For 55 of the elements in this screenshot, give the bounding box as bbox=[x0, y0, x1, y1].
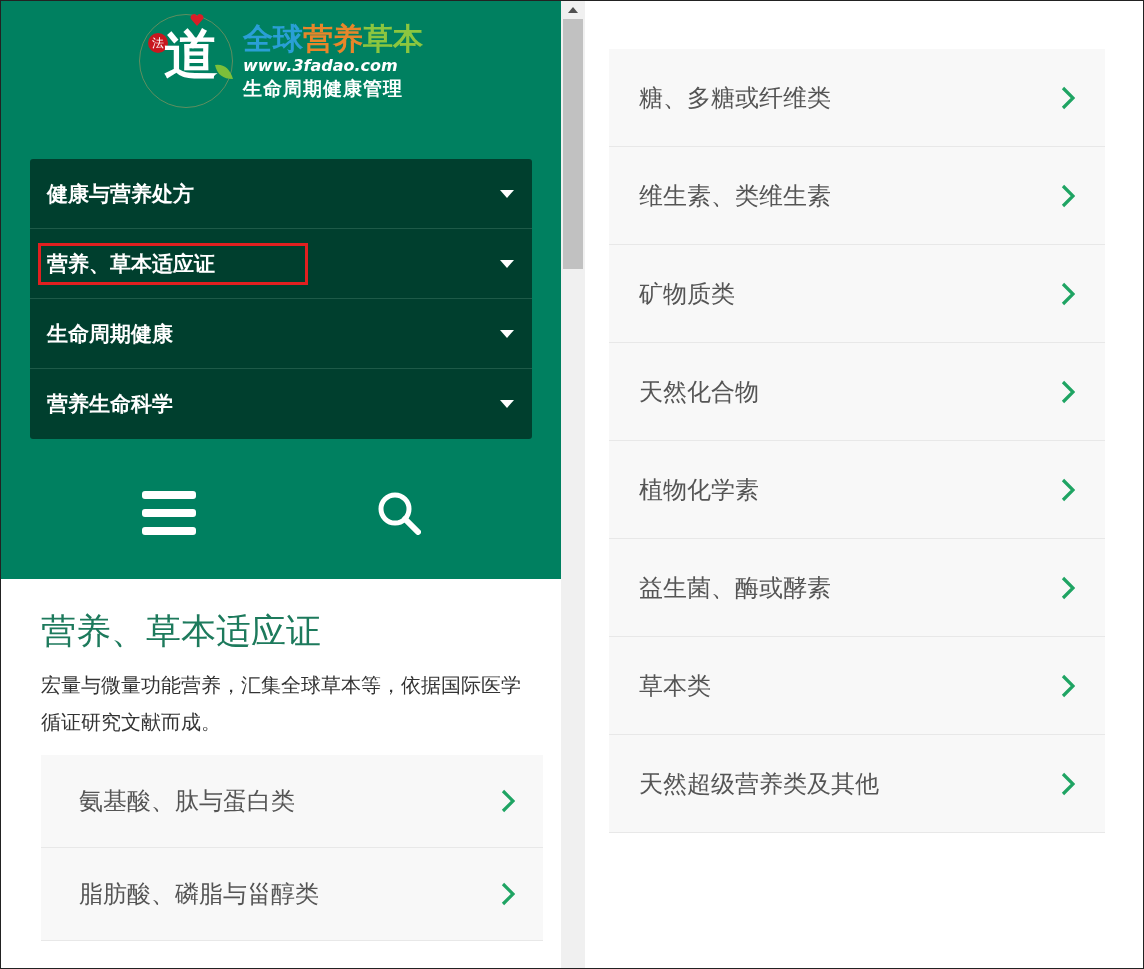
nav-item-label: 营养生命科学 bbox=[46, 391, 174, 418]
caret-down-icon bbox=[500, 189, 514, 198]
heart-icon bbox=[190, 14, 204, 26]
scroll-up-icon[interactable] bbox=[568, 7, 578, 13]
logo-url: www.3fadao.com bbox=[243, 56, 399, 76]
logo-title-part: 草本 bbox=[363, 22, 423, 56]
category-item[interactable]: 天然超级营养类及其他 bbox=[609, 735, 1105, 833]
category-label: 氨基酸、肽与蛋白类 bbox=[79, 786, 295, 817]
logo-title-part: 营养 bbox=[303, 22, 363, 56]
chevron-right-icon bbox=[1061, 575, 1075, 600]
category-label: 天然超级营养类及其他 bbox=[639, 768, 879, 800]
scrollbar[interactable] bbox=[561, 1, 585, 968]
scrollbar-thumb[interactable] bbox=[563, 19, 583, 269]
caret-down-icon bbox=[500, 400, 514, 408]
logo-tagline: 生命周期健康管理 bbox=[243, 76, 404, 100]
category-item[interactable]: 脂肪酸、磷脂与甾醇类 bbox=[41, 848, 543, 941]
nav-menu-item[interactable]: 生命周期健康 bbox=[30, 299, 532, 369]
category-item[interactable]: 植物化学素 bbox=[609, 441, 1105, 539]
chevron-right-icon bbox=[1061, 673, 1075, 698]
nav-item-label: 生命周期健康 bbox=[45, 320, 174, 348]
chevron-right-icon bbox=[501, 789, 515, 813]
search-icon[interactable] bbox=[376, 491, 421, 535]
category-item[interactable]: 草本类 bbox=[609, 637, 1105, 735]
category-label: 维生素、类维生素 bbox=[639, 180, 831, 212]
nav-item-label: 健康与营养处方 bbox=[45, 180, 195, 208]
category-label: 矿物质类 bbox=[639, 278, 735, 310]
menu-icon[interactable] bbox=[141, 491, 196, 535]
category-item[interactable]: 益生菌、酶或酵素 bbox=[609, 539, 1105, 637]
category-label: 天然化合物 bbox=[639, 376, 759, 408]
category-label: 糖、多糖或纤维类 bbox=[639, 82, 831, 114]
category-item[interactable]: 天然化合物 bbox=[609, 343, 1105, 441]
category-item[interactable]: 糖、多糖或纤维类 bbox=[609, 49, 1105, 147]
section-title: 营养、草本适应证 bbox=[41, 610, 322, 653]
logo-title-part: 全球 bbox=[243, 22, 303, 56]
chevron-right-icon bbox=[1061, 379, 1075, 404]
category-item[interactable]: 氨基酸、肽与蛋白类 bbox=[41, 755, 543, 848]
nav-menu-item[interactable]: 健康与营养处方 bbox=[30, 159, 532, 229]
category-label: 植物化学素 bbox=[639, 474, 759, 506]
category-item[interactable]: 矿物质类 bbox=[609, 245, 1105, 343]
category-label: 益生菌、酶或酵素 bbox=[639, 572, 831, 604]
category-label: 草本类 bbox=[639, 670, 711, 702]
chevron-right-icon bbox=[1061, 477, 1075, 502]
caret-down-icon bbox=[500, 259, 514, 268]
category-label: 脂肪酸、磷脂与甾醇类 bbox=[79, 879, 319, 910]
chevron-right-icon bbox=[1061, 85, 1075, 110]
nav-item-label: 营养、草本适应证 bbox=[38, 242, 308, 285]
nav-menu-item[interactable]: 营养、草本适应证 bbox=[30, 229, 532, 299]
nav-menu-item[interactable]: 营养生命科学 bbox=[30, 369, 532, 439]
chevron-right-icon bbox=[1061, 771, 1075, 796]
chevron-right-icon bbox=[501, 882, 515, 906]
chevron-right-icon bbox=[1061, 183, 1075, 208]
caret-down-icon bbox=[500, 329, 514, 338]
category-item[interactable]: 维生素、类维生素 bbox=[609, 147, 1105, 245]
section-description: 宏量与微量功能营养，汇集全球草本等，依据国际医学循证研究文献而成。 bbox=[41, 672, 522, 736]
chevron-right-icon bbox=[1061, 281, 1075, 306]
